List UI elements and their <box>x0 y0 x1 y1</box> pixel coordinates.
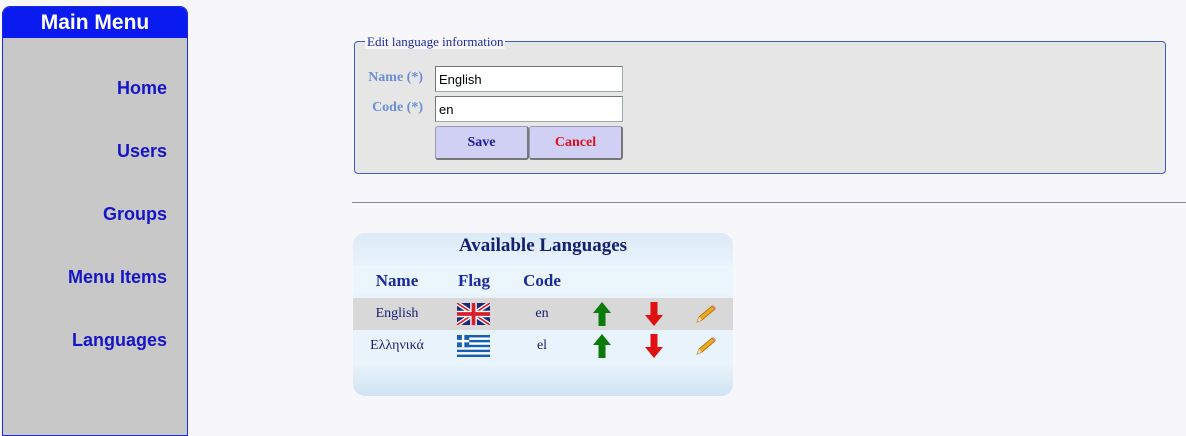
edit-language-legend: Edit language information <box>365 34 506 49</box>
menu-item-menu-items[interactable]: Menu Items <box>68 267 167 288</box>
main-menu-title: Main Menu <box>3 7 187 38</box>
language-name: Ελληνικά <box>370 338 424 353</box>
menu-item-languages[interactable]: Languages <box>72 330 167 351</box>
move-up-arrow-icon[interactable] <box>593 334 611 358</box>
menu-item-users[interactable]: Users <box>117 141 167 162</box>
name-input[interactable] <box>435 66 623 92</box>
name-label: Name (*) <box>368 70 423 85</box>
language-name: English <box>375 306 419 321</box>
column-header-name: Name <box>375 271 419 290</box>
column-header-flag: Flag <box>457 271 491 290</box>
move-up-arrow-icon[interactable] <box>593 302 611 326</box>
available-languages-title: Available Languages <box>458 235 628 256</box>
move-down-arrow-icon[interactable] <box>645 334 663 358</box>
section-divider <box>352 202 1186 203</box>
menu-item-home[interactable]: Home <box>117 78 167 99</box>
language-code: el <box>536 338 548 353</box>
uk-flag-icon <box>457 303 490 325</box>
table-row: Ελληνικά el <box>353 330 733 362</box>
edit-language-fieldset: Edit language information Name (*) Code … <box>354 34 1166 174</box>
available-languages-panel: Available Languages Name Flag Code Engli… <box>353 233 733 396</box>
code-label: Code (*) <box>372 100 423 115</box>
save-button[interactable]: Save <box>435 126 529 160</box>
code-input[interactable] <box>435 96 623 122</box>
main-menu-sidebar: Main Menu Home Users Groups Menu Items L… <box>2 6 188 436</box>
language-code: en <box>535 306 549 321</box>
menu-item-groups[interactable]: Groups <box>103 204 167 225</box>
greece-flag-icon <box>457 335 490 357</box>
edit-pencil-icon[interactable] <box>695 336 717 356</box>
column-header-code: Code <box>523 271 561 290</box>
table-row: English en <box>353 298 733 330</box>
cancel-button[interactable]: Cancel <box>529 126 623 160</box>
move-down-arrow-icon[interactable] <box>645 302 663 326</box>
edit-pencil-icon[interactable] <box>695 304 717 324</box>
